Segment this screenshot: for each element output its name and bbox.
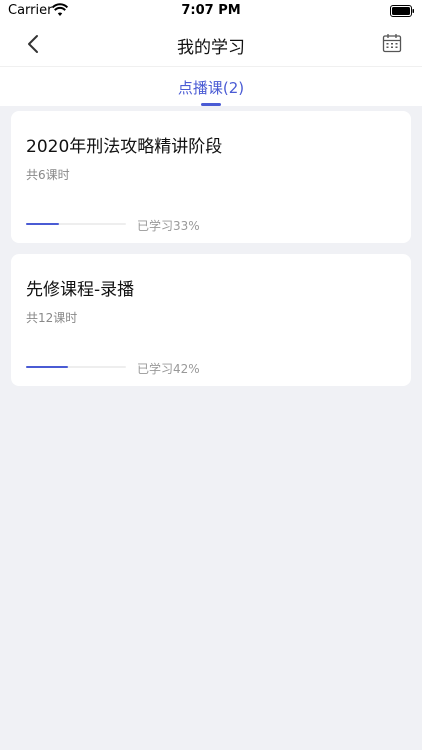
- lesson-count: 共6课时: [26, 168, 70, 182]
- course-title: 2020年刑法攻略精讲阶段: [26, 137, 223, 157]
- course-title: 先修课程-录播: [26, 280, 135, 300]
- tab-active-indicator: [201, 103, 221, 106]
- battery-full-icon: [390, 5, 414, 17]
- progress-bar: [26, 223, 126, 225]
- progress-label: 已学习33%: [137, 219, 200, 233]
- progress-fill: [26, 223, 59, 225]
- course-list: 2020年刑法攻略精讲阶段 共6课时 已学习33% 先修课程-录播 共12课时 …: [11, 111, 411, 397]
- progress-bar: [26, 366, 126, 368]
- calendar-icon[interactable]: [382, 33, 402, 53]
- progress-label: 已学习42%: [137, 362, 200, 376]
- lesson-count: 共12课时: [26, 311, 78, 325]
- tab-bar: 点播课(2): [0, 66, 422, 106]
- status-bar: Carrier 7:07 PM: [0, 0, 422, 22]
- progress-fill: [26, 366, 68, 368]
- nav-bar: 我的学习: [0, 22, 422, 66]
- status-time: 7:07 PM: [181, 3, 241, 18]
- course-card[interactable]: 先修课程-录播 共12课时 已学习42%: [11, 254, 411, 386]
- page-title: 我的学习: [177, 38, 245, 58]
- tab-on-demand[interactable]: 点播课(2): [0, 77, 422, 98]
- course-card[interactable]: 2020年刑法攻略精讲阶段 共6课时 已学习33%: [11, 111, 411, 243]
